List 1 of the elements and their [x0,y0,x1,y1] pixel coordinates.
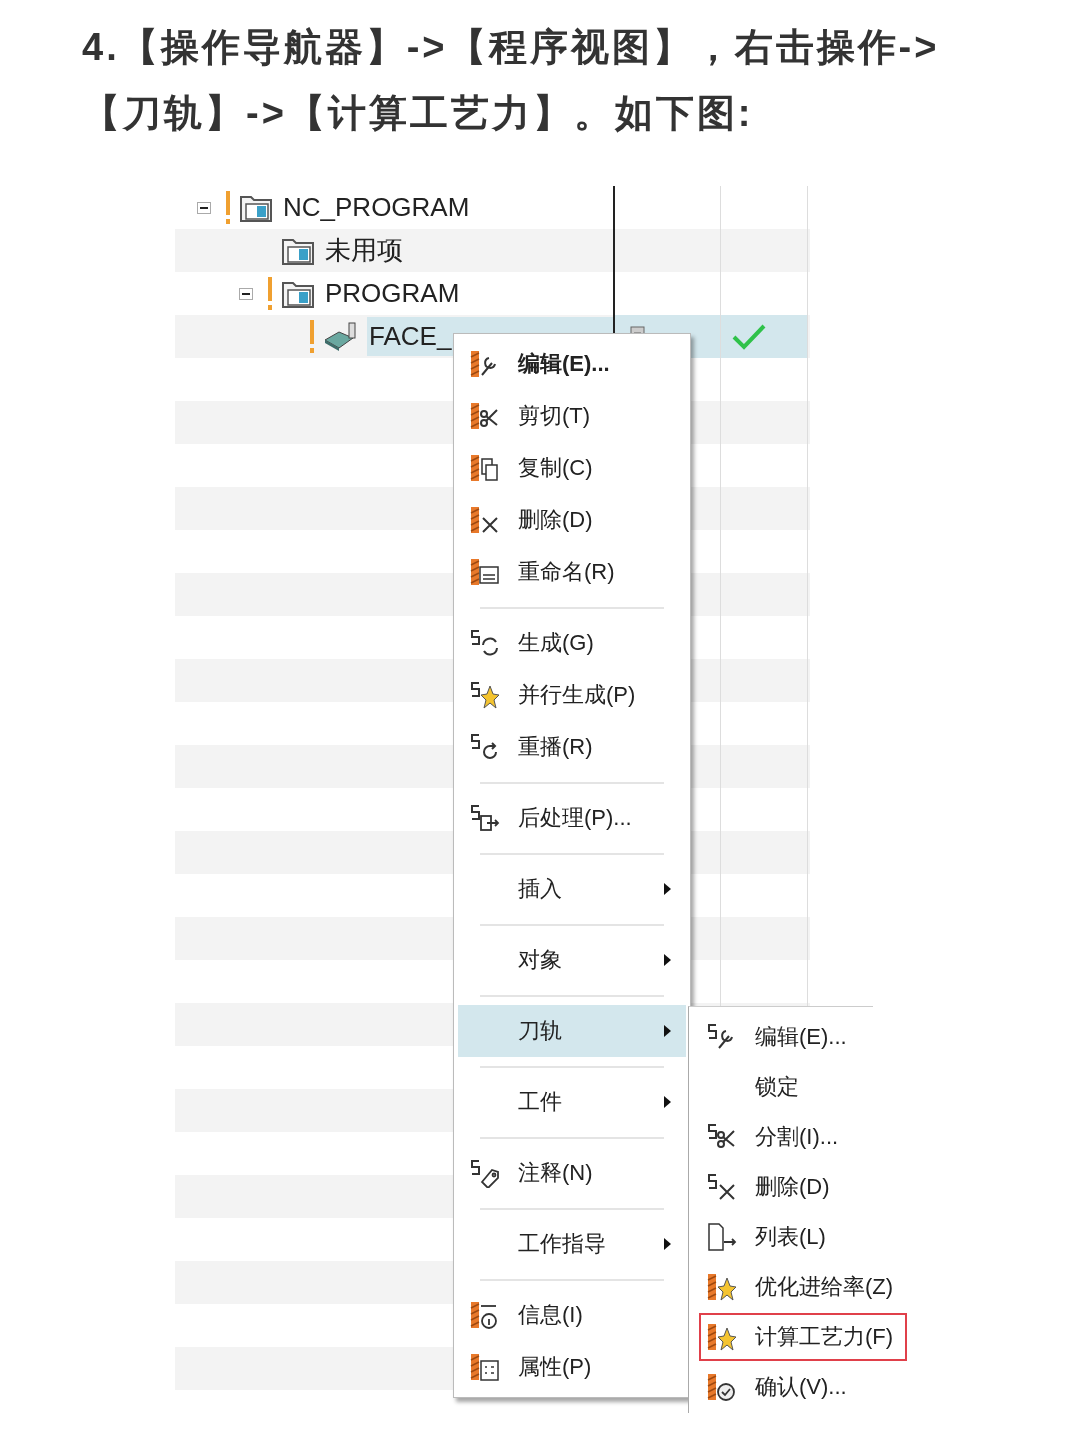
heading-text: 4.【操作导航器】->【程序视图】，右击操作->【刀轨】->【计算工艺力】。如下图: [81,25,941,136]
